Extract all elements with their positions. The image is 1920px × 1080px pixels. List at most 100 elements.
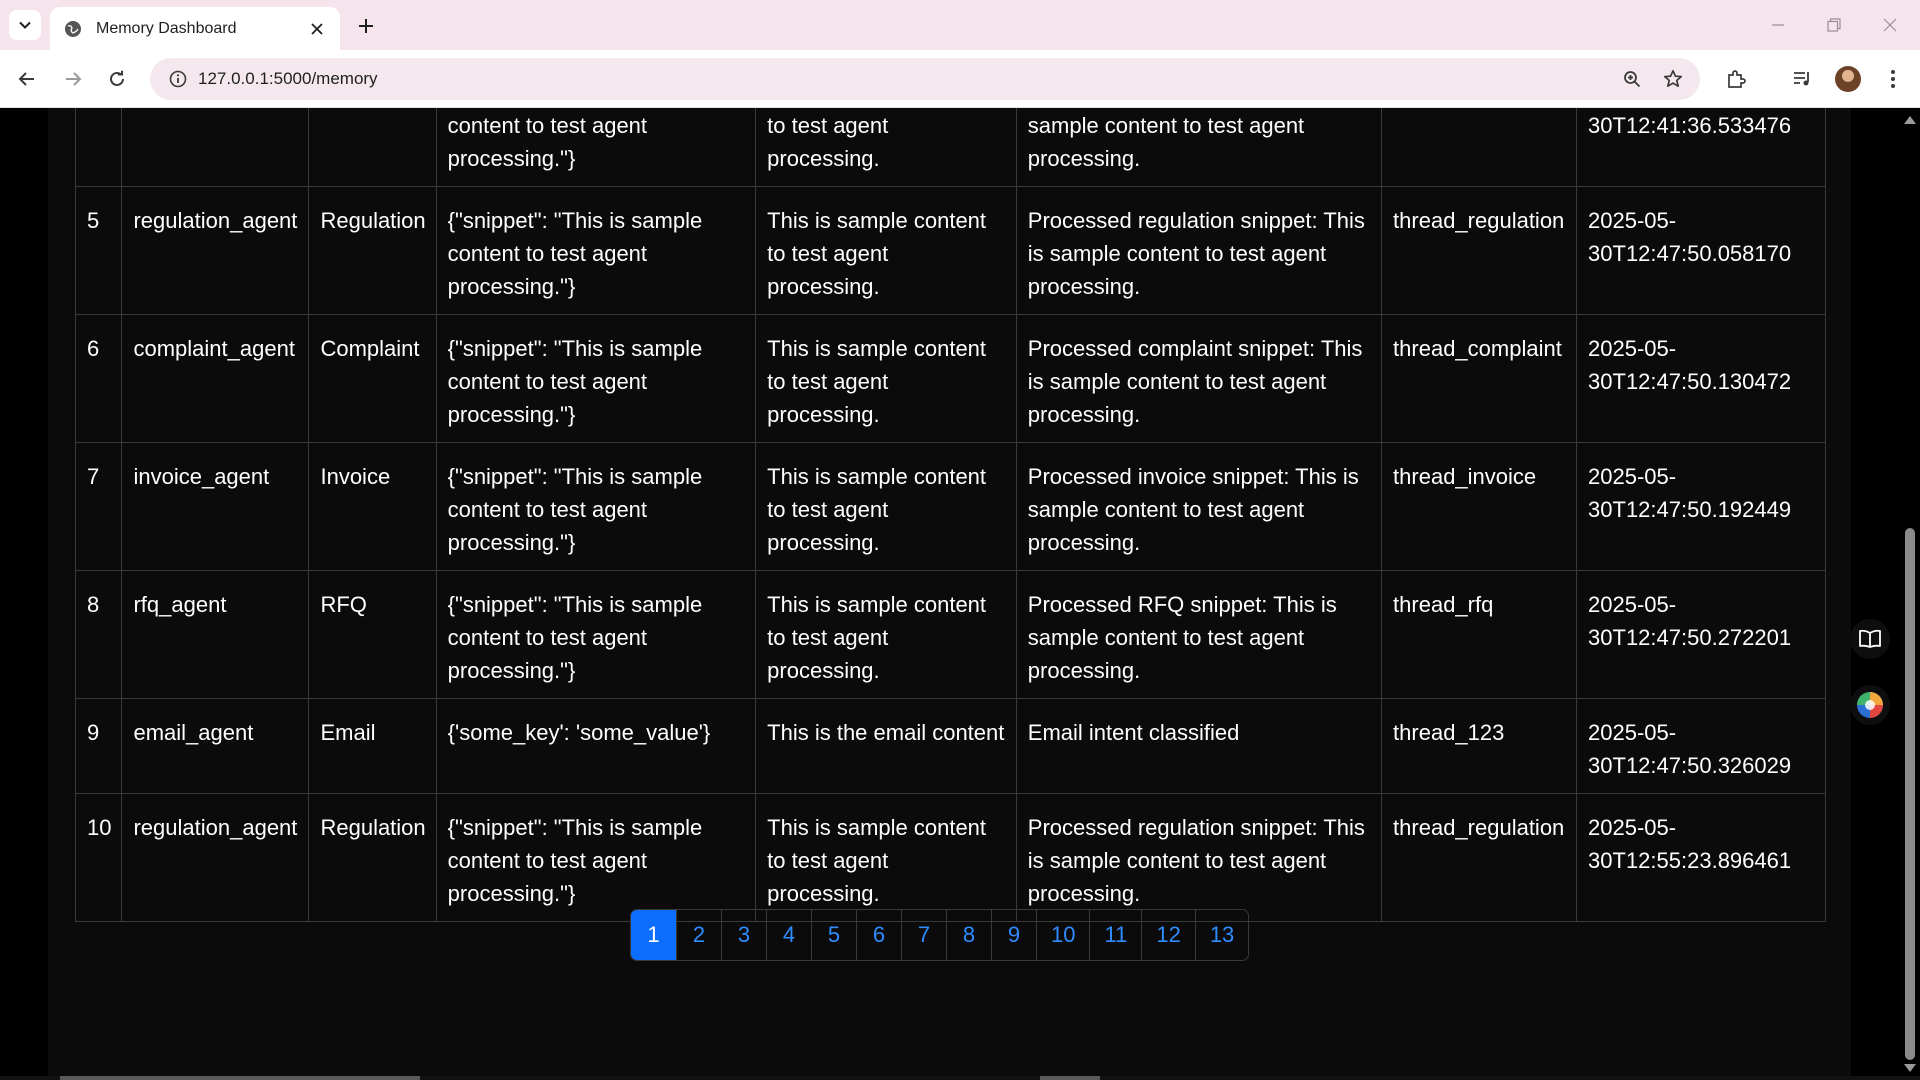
info-icon[interactable] [158,70,198,88]
page-link-3[interactable]: 3 [721,910,766,960]
cell-timestamp: 2025-05-30T12:47:50.058170 [1576,186,1826,315]
cell-agent: rfq_agent [121,570,310,699]
page-link-5[interactable]: 5 [811,910,856,960]
reading-mode-button[interactable] [1850,619,1890,659]
cell-thread: thread_123 [1381,698,1578,794]
page-link-12[interactable]: 12 [1141,910,1194,960]
address-bar[interactable]: 127.0.0.1:5000/memory [150,58,1700,100]
horizontal-scrollbar[interactable] [0,1076,1920,1080]
forward-button[interactable] [56,62,90,96]
page-viewport: content to test agent processing."} to t… [0,108,1920,1080]
media-control-icon[interactable] [1785,62,1819,96]
minimize-button[interactable] [1750,0,1806,50]
cell-content: This is sample content to test agent pro… [755,314,1017,443]
table-row: 10 regulation_agent Regulation {"snippet… [74,793,1826,922]
browser-menu-button[interactable] [1876,62,1910,96]
side-panel-app-button[interactable] [1850,685,1890,725]
cell-content: This is sample content to test agent pro… [755,186,1017,315]
arrow-right-icon [66,72,82,86]
scroll-up-arrow-icon[interactable] [1904,116,1916,124]
cell-thread: thread_complaint [1381,314,1578,443]
plus-icon [359,19,373,33]
cell-id: 8 [74,570,123,699]
memory-table: content to test agent processing."} to t… [74,108,1826,922]
cell-id: 6 [74,314,123,443]
page-scrollbar[interactable] [1900,108,1920,1080]
reload-icon [110,70,124,86]
cell-type [308,108,437,187]
cell-input: content to test agent processing."} [435,108,757,187]
close-window-button[interactable] [1862,0,1918,50]
scroll-down-arrow-icon[interactable] [1904,1064,1916,1072]
table-row: 5 regulation_agent Regulation {"snippet"… [74,186,1826,315]
new-tab-button[interactable] [352,12,380,40]
page-link-6[interactable]: 6 [856,910,901,960]
cell-thread: thread_rfq [1381,570,1578,699]
cell-type: Invoice [308,442,437,571]
cell-agent: regulation_agent [121,186,310,315]
horizontal-scroll-thumb[interactable] [60,1076,420,1080]
page-link-13[interactable]: 13 [1194,910,1248,960]
cell-output: Processed RFQ snippet: This is sample co… [1015,570,1383,699]
cell-timestamp: 2025-05-30T12:47:50.272201 [1576,570,1826,699]
cell-output: Processed regulation snippet: This is sa… [1015,793,1383,922]
more-vert-icon [1891,70,1895,88]
profile-avatar[interactable] [1831,62,1865,96]
cell-thread: thread_invoice [1381,442,1578,571]
back-button[interactable] [10,62,44,96]
table-row: 8 rfq_agent RFQ {"snippet": "This is sam… [74,570,1826,699]
cell-id: 9 [74,698,123,794]
cell-output: Email intent classified [1015,698,1383,794]
url-text[interactable]: 127.0.0.1:5000/memory [198,69,378,89]
page-link-7[interactable]: 7 [901,910,946,960]
restore-icon [1827,18,1841,32]
minimize-icon [1772,24,1784,26]
page-link-10[interactable]: 10 [1036,910,1089,960]
reload-button[interactable] [100,62,134,96]
cell-thread [1381,108,1578,187]
arrow-left-icon [18,72,34,86]
cell-timestamp: 30T12:41:36.533476 [1576,108,1826,187]
cell-timestamp: 2025-05-30T12:55:23.896461 [1576,793,1826,922]
page-link-2[interactable]: 2 [676,910,721,960]
cell-output: sample content to test agent processing. [1015,108,1383,187]
cell-type: RFQ [308,570,437,699]
cell-timestamp: 2025-05-30T12:47:50.130472 [1576,314,1826,443]
cell-agent: regulation_agent [121,793,310,922]
browser-tab-active[interactable]: Memory Dashboard [50,7,340,50]
cell-type: Regulation [308,186,437,315]
cell-input: {"snippet": "This is sample content to t… [435,793,757,922]
star-icon[interactable] [1655,58,1691,100]
page-link-9[interactable]: 9 [991,910,1036,960]
cell-output: Processed regulation snippet: This is sa… [1015,186,1383,315]
cell-input: {"snippet": "This is sample content to t… [435,314,757,443]
tab-search-button[interactable] [9,10,41,40]
restore-button[interactable] [1806,0,1862,50]
avatar [1835,66,1861,92]
table-row: content to test agent processing."} to t… [74,108,1826,187]
scrollbar-thumb[interactable] [1905,528,1915,1060]
cell-content: This is sample content to test agent pro… [755,570,1017,699]
page-link-1[interactable]: 1 [631,910,676,960]
cell-id: 5 [74,186,123,315]
zoom-icon[interactable] [1614,58,1650,100]
tab-strip: Memory Dashboard [0,0,1920,50]
cell-agent [121,108,310,187]
cell-type: Email [308,698,437,794]
table-row: 9 email_agent Email {'some_key': 'some_v… [74,698,1826,794]
page-link-11[interactable]: 11 [1089,910,1141,960]
table-row: 7 invoice_agent Invoice {"snippet": "Thi… [74,442,1826,571]
cell-input: {"snippet": "This is sample content to t… [435,570,757,699]
puzzle-icon[interactable] [1719,62,1753,96]
page-link-4[interactable]: 4 [766,910,811,960]
cell-input: {"snippet": "This is sample content to t… [435,442,757,571]
cell-timestamp: 2025-05-30T12:47:50.192449 [1576,442,1826,571]
close-icon[interactable] [306,18,328,40]
cell-type: Regulation [308,793,437,922]
colorful-orb-icon [1857,692,1883,718]
page-link-8[interactable]: 8 [946,910,991,960]
cell-input: {'some_key': 'some_value'} [435,698,757,794]
cell-thread: thread_regulation [1381,793,1578,922]
chevron-down-icon [19,21,31,29]
cell-thread: thread_regulation [1381,186,1578,315]
